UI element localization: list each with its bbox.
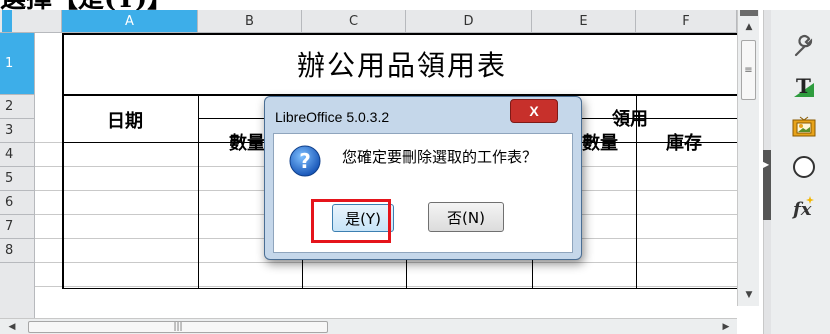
scroll-down-arrow-icon[interactable]: ▼	[738, 286, 760, 304]
gallery-icon[interactable]	[787, 110, 821, 144]
row-header-7[interactable]: 7	[0, 215, 35, 239]
row-header-1[interactable]: 1	[0, 33, 35, 95]
question-icon: ?	[288, 144, 322, 178]
scrollbar-split-handle[interactable]	[740, 10, 758, 16]
row-header-3[interactable]: 3	[0, 119, 35, 143]
properties-icon[interactable]	[787, 30, 821, 64]
sheet-title-cell[interactable]: 辦公用品領用表	[64, 36, 740, 91]
navigator-icon[interactable]	[787, 150, 821, 184]
table-border	[62, 33, 740, 35]
cell-date-header[interactable]: 日期	[107, 107, 143, 133]
cell-stock-header[interactable]: 庫存	[666, 129, 702, 155]
svg-text:?: ?	[299, 149, 311, 173]
dialog-title: LibreOffice 5.0.3.2	[275, 109, 390, 125]
svg-text:T: T	[796, 74, 811, 98]
horizontal-scrollbar[interactable]: ◀ ||| ▶	[0, 318, 737, 334]
functions-icon[interactable]: fx	[787, 190, 821, 224]
scroll-up-arrow-icon[interactable]: ▲	[738, 18, 760, 36]
gridline	[35, 286, 737, 287]
cell-receive-header[interactable]: 領用	[612, 105, 648, 131]
close-button[interactable]: X	[510, 99, 558, 123]
cell-quantity-header[interactable]: 數量	[229, 129, 265, 155]
scroll-left-arrow-icon[interactable]: ◀	[4, 319, 20, 334]
vertical-scroll-thumb[interactable]: ≡	[741, 40, 756, 100]
column-header-e[interactable]: E	[532, 10, 636, 33]
table-border	[62, 288, 740, 289]
select-all-corner[interactable]	[0, 10, 62, 33]
row-header-4[interactable]: 4	[0, 143, 35, 167]
gridline	[35, 262, 737, 263]
no-button[interactable]: 否(N)	[428, 202, 504, 232]
row-header-9[interactable]	[0, 263, 35, 318]
sidebar-deck: ▶ T fx	[763, 10, 830, 334]
column-header-c[interactable]: C	[302, 10, 406, 33]
row-header-6[interactable]: 6	[0, 191, 35, 215]
row-header-2[interactable]: 2	[0, 95, 35, 119]
delete-sheet-dialog: LibreOffice 5.0.3.2 X ? 您確定要刪除選取的工作表？ 否(…	[264, 96, 582, 260]
scroll-right-arrow-icon[interactable]: ▶	[718, 319, 734, 334]
dialog-message: 您確定要刪除選取的工作表？	[342, 148, 538, 166]
yes-button-highlight	[311, 199, 391, 243]
row-header-5[interactable]: 5	[0, 167, 35, 191]
table-border	[198, 95, 199, 289]
row-header-8[interactable]: 8	[0, 239, 35, 263]
column-header-a[interactable]: A	[62, 10, 198, 33]
column-header-f[interactable]: F	[636, 10, 737, 33]
column-header-b[interactable]: B	[198, 10, 302, 33]
svg-text:fx: fx	[791, 199, 812, 220]
column-header-d[interactable]: D	[406, 10, 532, 33]
horizontal-scroll-thumb[interactable]: |||	[28, 321, 328, 333]
chevron-right-icon: ▶	[763, 160, 770, 169]
vertical-scrollbar[interactable]: ▲ ≡ ▼	[737, 10, 759, 306]
styles-icon[interactable]: T	[787, 70, 821, 104]
cell-quantity-header-2[interactable]: 數量	[582, 129, 618, 155]
